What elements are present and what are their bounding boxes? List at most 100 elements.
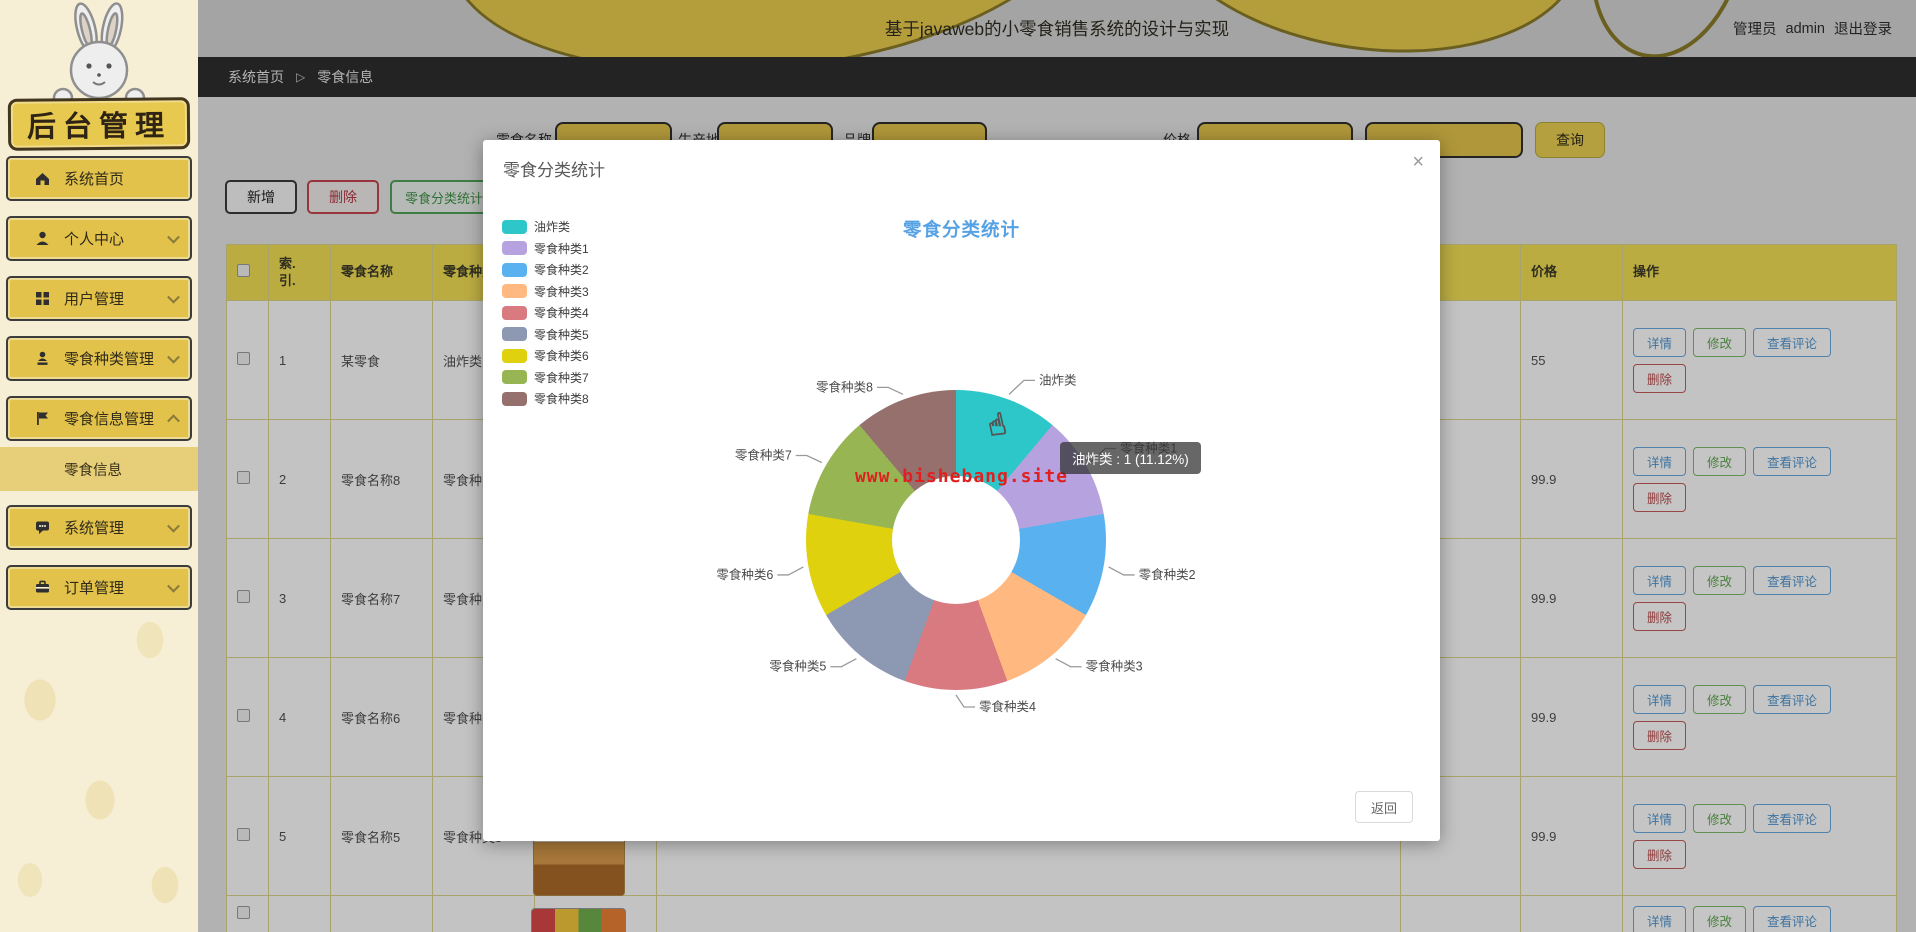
- sidebar-item-0[interactable]: 系统首页: [6, 156, 192, 201]
- dialog-title: 零食分类统计: [503, 161, 605, 180]
- add-button[interactable]: 新增: [225, 180, 297, 214]
- legend-item[interactable]: 零食种类7: [502, 367, 589, 389]
- legend-item[interactable]: 零食种类2: [502, 259, 589, 281]
- category-stats-button[interactable]: 零食分类统计: [390, 180, 498, 214]
- chevron-down-icon: [167, 230, 180, 244]
- price-cell: 55: [1520, 300, 1623, 420]
- delete-button[interactable]: 删除: [307, 180, 379, 214]
- legend-swatch: [502, 348, 527, 363]
- detail-button[interactable]: 详情: [1633, 803, 1687, 833]
- row-index: 2: [268, 419, 331, 539]
- detail-button[interactable]: 详情: [1633, 684, 1687, 714]
- legend-label: 零食种类1: [534, 241, 589, 256]
- back-button[interactable]: 返回: [1354, 791, 1413, 823]
- legend-item[interactable]: 零食种类3: [502, 281, 589, 303]
- row-delete-button[interactable]: 删除: [1633, 601, 1687, 631]
- edit-button[interactable]: 修改: [1693, 684, 1747, 714]
- search-button[interactable]: 查询: [1535, 122, 1605, 158]
- legend-item[interactable]: 零食种类6: [502, 345, 589, 367]
- edit-button[interactable]: 修改: [1693, 906, 1747, 932]
- edit-button[interactable]: 修改: [1693, 565, 1747, 595]
- row-index: [268, 895, 331, 932]
- legend-label: 零食种类7: [534, 370, 589, 385]
- detail-button[interactable]: 详情: [1633, 565, 1687, 595]
- sidebar-item-label: 零食信息管理: [64, 411, 155, 428]
- view-comments-button[interactable]: 查看评论: [1753, 906, 1832, 932]
- username: admin: [1785, 20, 1826, 37]
- row-checkbox[interactable]: [237, 471, 250, 484]
- snack-name: 某零食: [330, 300, 433, 420]
- grid-icon: [36, 292, 49, 305]
- sidebar-item-2[interactable]: 用户管理: [6, 276, 192, 321]
- chart-tooltip: 油炸类 : 1 (11.12%): [1060, 442, 1201, 474]
- category-icon: [37, 351, 48, 365]
- slice-label: 零食种类7: [735, 448, 792, 463]
- logout-link[interactable]: 退出登录: [1834, 18, 1892, 39]
- row-checkbox[interactable]: [237, 352, 250, 365]
- view-comments-button[interactable]: 查看评论: [1753, 327, 1832, 357]
- snack-category: [432, 895, 535, 932]
- edit-button[interactable]: 修改: [1693, 446, 1747, 476]
- sidebar-item-3[interactable]: 零食种类管理: [6, 336, 192, 381]
- view-comments-button[interactable]: 查看评论: [1753, 446, 1832, 476]
- legend-item[interactable]: 零食种类1: [502, 238, 589, 260]
- home-icon: [36, 173, 49, 185]
- row-delete-button[interactable]: 删除: [1633, 363, 1687, 393]
- legend-item[interactable]: 零食种类8: [502, 388, 589, 410]
- row-checkbox[interactable]: [237, 709, 250, 722]
- price-cell: 99.9: [1520, 538, 1623, 658]
- price-cell: 99.9: [1520, 419, 1623, 539]
- legend-item[interactable]: 零食种类4: [502, 302, 589, 324]
- edit-button[interactable]: 修改: [1693, 803, 1747, 833]
- chart-title: 零食分类统计: [902, 219, 1020, 240]
- chevron-down-icon: [167, 579, 180, 593]
- rabbit-logo: [52, 2, 146, 106]
- sidebar-subitem[interactable]: 零食信息: [0, 447, 198, 491]
- legend-label: 零食种类2: [534, 263, 589, 278]
- sidebar-item-label: 个人中心: [64, 231, 125, 248]
- close-icon[interactable]: ×: [1412, 152, 1424, 172]
- sidebar-menu: 系统首页个人中心用户管理零食种类管理 零食信息管理零食信息系统管理订单管理: [0, 156, 198, 625]
- row-checkbox[interactable]: [237, 590, 250, 603]
- row-index: 1: [268, 300, 331, 420]
- sidebar-item-1[interactable]: 个人中心: [6, 216, 192, 261]
- detail-button[interactable]: 详情: [1633, 446, 1687, 476]
- legend-swatch: [502, 305, 527, 320]
- legend-label: 油炸类: [534, 220, 571, 235]
- snack-name: 零食名称7: [330, 538, 433, 658]
- price-cell: 99.9: [1520, 657, 1623, 777]
- row-checkbox[interactable]: [237, 906, 250, 919]
- detail-button[interactable]: 详情: [1633, 906, 1687, 932]
- sidebar: 后台管理 系统首页 个人中心 用户管理 零食种类管理 零食信息管理 零食信息 系统管理 订单管…: [0, 0, 198, 932]
- slice-label: 油炸类: [1039, 373, 1077, 387]
- legend-item[interactable]: 零食种类5: [502, 324, 589, 346]
- edit-button[interactable]: 修改: [1693, 327, 1747, 357]
- sidebar-item-4[interactable]: 零食信息管理: [6, 396, 192, 441]
- sidebar-item-label: 零食种类管理: [64, 351, 155, 368]
- view-comments-button[interactable]: 查看评论: [1753, 565, 1832, 595]
- snack-name: [330, 895, 433, 932]
- legend-item[interactable]: 油炸类: [502, 216, 589, 238]
- row-delete-button[interactable]: 删除: [1633, 720, 1687, 750]
- stock-cell: [1400, 895, 1521, 932]
- row-checkbox[interactable]: [237, 828, 250, 841]
- sidebar-item-label: 订单管理: [64, 580, 125, 597]
- breadcrumb: 系统首页 ▷ 零食信息: [198, 57, 1916, 97]
- user-area: 管理员 admin 退出登录: [1733, 0, 1892, 57]
- slice-label: 零食种类5: [769, 659, 826, 674]
- sidebar-item-label: 用户管理: [64, 291, 125, 308]
- table-row: 详情修改查看评论删除: [226, 895, 1897, 932]
- product-image: [531, 908, 626, 932]
- select-all-checkbox[interactable]: [237, 263, 250, 277]
- header-bar: 基于javaweb的小零食销售系统的设计与实现 管理员 admin 退出登录: [198, 0, 1916, 57]
- row-delete-button[interactable]: 删除: [1633, 839, 1687, 869]
- slice-label: 零食种类4: [979, 699, 1036, 714]
- breadcrumb-home[interactable]: 系统首页: [228, 67, 284, 87]
- slice-label: 零食种类2: [1139, 567, 1196, 582]
- view-comments-button[interactable]: 查看评论: [1753, 684, 1832, 714]
- detail-button[interactable]: 详情: [1633, 327, 1687, 357]
- sidebar-item-6[interactable]: 订单管理: [6, 565, 192, 610]
- sidebar-item-5[interactable]: 系统管理: [6, 505, 192, 550]
- view-comments-button[interactable]: 查看评论: [1753, 803, 1832, 833]
- row-delete-button[interactable]: 删除: [1633, 482, 1687, 512]
